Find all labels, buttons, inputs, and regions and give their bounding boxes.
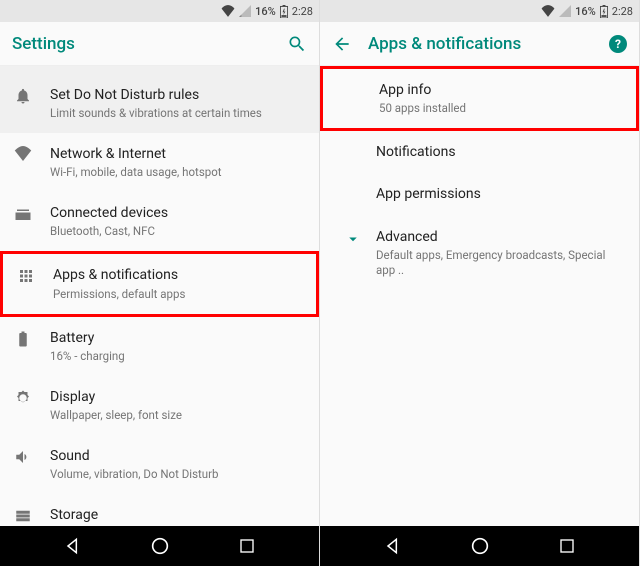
volume-icon	[14, 447, 50, 466]
highlight-app-info: App info 50 apps installed	[320, 66, 639, 131]
item-app-info[interactable]: App info 50 apps installed	[323, 69, 636, 128]
apps-grid-icon	[17, 266, 53, 285]
battery-icon	[14, 329, 50, 348]
item-sub: Wi-Fi, mobile, data usage, hotspot	[50, 165, 305, 180]
help-icon[interactable]: ?	[609, 35, 627, 53]
item-title: App permissions	[376, 185, 625, 203]
nav-back-icon[interactable]	[383, 536, 403, 556]
item-sub: Volume, vibration, Do Not Disturb	[50, 467, 305, 482]
search-icon[interactable]	[287, 34, 307, 54]
item-title: App info	[379, 81, 622, 99]
status-bar: 16% 2:28	[320, 0, 639, 22]
battery-icon	[280, 5, 288, 18]
page-title: Apps & notifications	[368, 34, 609, 54]
item-apps-notifications[interactable]: Apps & notifications Permissions, defaul…	[3, 254, 316, 313]
item-title: Notifications	[376, 143, 625, 161]
wifi-icon	[221, 5, 235, 17]
signal-icon	[559, 5, 571, 17]
nav-bar	[0, 526, 319, 566]
back-arrow-icon[interactable]	[332, 34, 352, 54]
item-network[interactable]: Network & Internet Wi-Fi, mobile, data u…	[0, 133, 319, 192]
item-title: Battery	[50, 329, 305, 347]
item-sound[interactable]: Sound Volume, vibration, Do Not Disturb	[0, 435, 319, 494]
highlight-apps-notifications: Apps & notifications Permissions, defaul…	[0, 251, 319, 316]
item-sub: 16% - charging	[50, 349, 305, 364]
signal-icon	[239, 5, 251, 17]
partial-row	[0, 66, 319, 74]
item-sub: 50 apps installed	[379, 101, 622, 116]
clock-text: 2:28	[292, 5, 313, 18]
chevron-down-icon	[344, 228, 376, 248]
item-storage[interactable]: Storage 42% used - 9.31 GB free	[0, 494, 319, 526]
wifi-icon	[14, 145, 50, 164]
item-app-permissions[interactable]: App permissions	[320, 173, 639, 215]
nav-home-icon[interactable]	[469, 535, 491, 557]
item-title: Sound	[50, 447, 305, 465]
item-title: Storage	[50, 506, 305, 524]
item-sub: Permissions, default apps	[53, 287, 302, 302]
screen-settings: 16% 2:28 Settings Set Do Not Disturb rul…	[0, 0, 320, 566]
item-sub: Wallpaper, sleep, font size	[50, 408, 305, 423]
nav-recent-icon[interactable]	[558, 537, 576, 555]
app-bar: Apps & notifications ?	[320, 22, 639, 66]
bell-icon	[14, 86, 50, 105]
nav-home-icon[interactable]	[149, 535, 171, 557]
item-sub: Bluetooth, Cast, NFC	[50, 224, 305, 239]
storage-icon	[14, 506, 50, 525]
item-display[interactable]: Display Wallpaper, sleep, font size	[0, 376, 319, 435]
item-title: Connected devices	[50, 204, 305, 222]
item-notifications[interactable]: Notifications	[320, 131, 639, 173]
clock-text: 2:28	[612, 5, 633, 18]
app-bar: Settings	[0, 22, 319, 66]
devices-icon	[14, 204, 50, 223]
item-advanced[interactable]: Advanced Default apps, Emergency broadca…	[320, 216, 639, 290]
item-dnd-rules[interactable]: Set Do Not Disturb rules Limit sounds & …	[0, 74, 319, 133]
item-title: Display	[50, 388, 305, 406]
item-sub: Default apps, Emergency broadcasts, Spec…	[376, 248, 625, 278]
nav-bar	[320, 526, 639, 566]
brightness-icon	[14, 388, 50, 407]
item-title: Advanced	[376, 228, 625, 246]
settings-list[interactable]: Set Do Not Disturb rules Limit sounds & …	[0, 66, 319, 526]
item-sub: Limit sounds & vibrations at certain tim…	[50, 106, 305, 121]
apps-list[interactable]: App info 50 apps installed Notifications…	[320, 66, 639, 526]
battery-percent: 16%	[255, 5, 276, 18]
status-bar: 16% 2:28	[0, 0, 319, 22]
item-connected-devices[interactable]: Connected devices Bluetooth, Cast, NFC	[0, 192, 319, 251]
nav-recent-icon[interactable]	[238, 537, 256, 555]
battery-percent: 16%	[575, 5, 596, 18]
screen-apps-notifications: 16% 2:28 Apps & notifications ? App info…	[320, 0, 640, 566]
battery-icon	[600, 5, 608, 18]
nav-back-icon[interactable]	[63, 536, 83, 556]
item-title: Network & Internet	[50, 145, 305, 163]
wifi-icon	[541, 5, 555, 17]
page-title: Settings	[12, 34, 287, 54]
item-title: Set Do Not Disturb rules	[50, 86, 305, 104]
item-battery[interactable]: Battery 16% - charging	[0, 317, 319, 376]
item-title: Apps & notifications	[53, 266, 302, 284]
